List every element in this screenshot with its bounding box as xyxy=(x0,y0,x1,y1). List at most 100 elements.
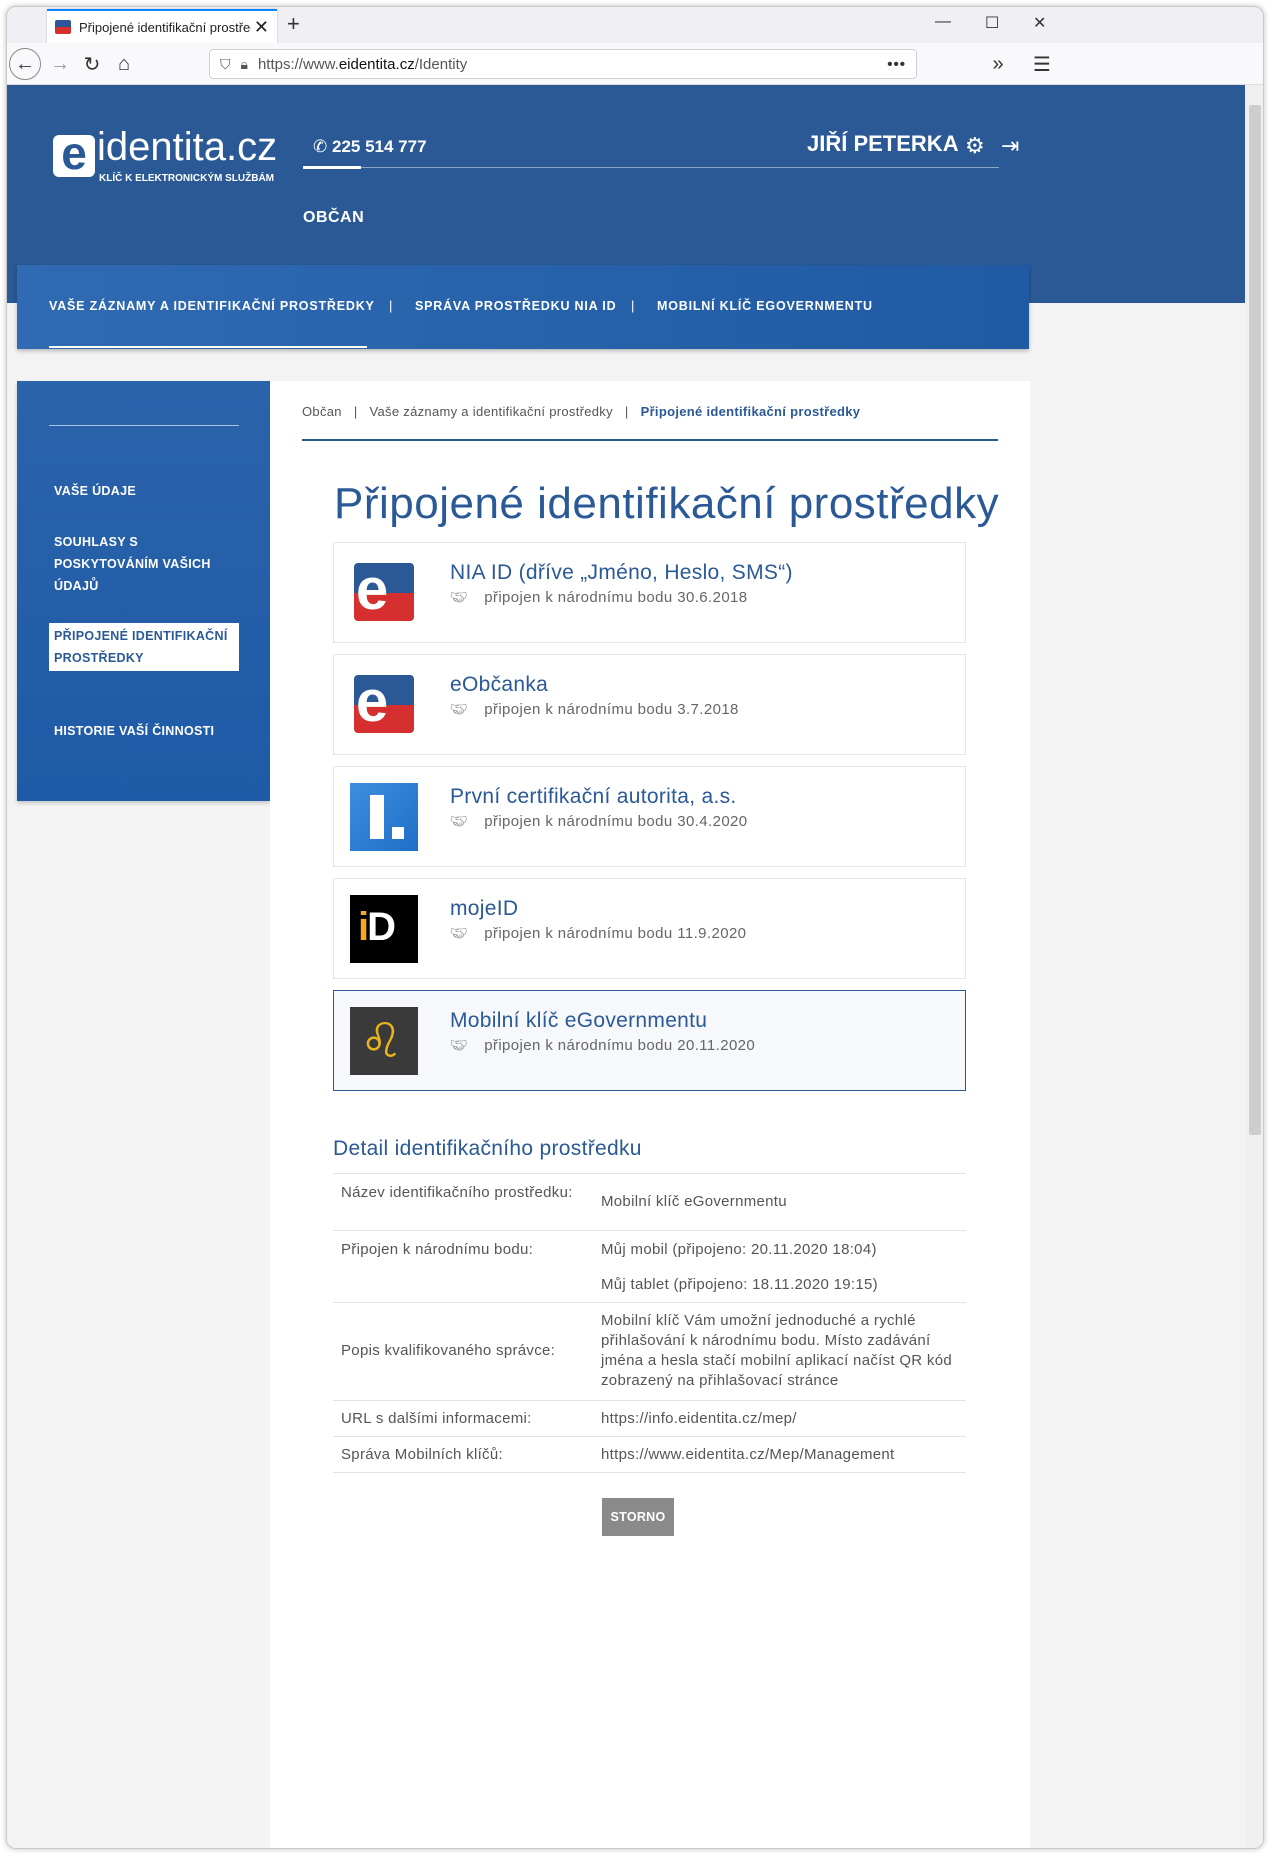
sidebar-item-consents[interactable]: SOUHLASY S POSKYTOVÁNÍM VAŠICH ÚDAJŮ xyxy=(54,531,224,597)
breadcrumb-current: Připojené identifikační prostředky xyxy=(640,404,861,419)
header-divider-active xyxy=(303,166,361,169)
sidebar-item-your-data[interactable]: VAŠE ÚDAJE xyxy=(54,480,239,502)
main-nav-separator: | xyxy=(631,298,635,313)
provider-name: NIA ID (dříve „Jméno, Heslo, SMS“) xyxy=(450,561,793,584)
detail-value: Mobilní klíč eGovernmentu xyxy=(601,1193,787,1210)
detail-value: Můj tablet (připojeno: 18.11.2020 19:15) xyxy=(601,1276,878,1293)
detail-link[interactable]: https://www.eidentita.cz/Mep/Management xyxy=(601,1445,956,1465)
content-card: Občan | Vaše záznamy a identifikační prost… xyxy=(270,381,1030,1848)
provider-connected-text: připojen k národnímu bodu 20.11.2020 xyxy=(484,1037,756,1054)
sidebar-item-history[interactable]: HISTORIE VAŠÍ ČINNOSTI xyxy=(54,720,239,742)
browser-window: Připojené identifikační prostředky ✕ + —… xyxy=(6,6,1264,1849)
favicon-icon xyxy=(55,20,71,34)
provider-card-mojeid[interactable]: iD mojeID 🤝︎ připojen k národnímu bodu 11… xyxy=(333,878,966,979)
url-host: eidentita.cz xyxy=(338,55,415,73)
new-tab-icon[interactable]: + xyxy=(287,11,300,37)
ica-logo-icon xyxy=(350,783,418,851)
breadcrumb-separator: | xyxy=(624,404,629,419)
provider-name: eObčanka xyxy=(450,673,549,696)
handshake-icon: 🤝︎ xyxy=(450,589,469,605)
handshake-icon: 🤝︎ xyxy=(450,925,469,941)
tab-title: Připojené identifikační prostředky xyxy=(79,19,251,35)
main-nav-active-indicator xyxy=(49,346,367,348)
provider-card-nia-id[interactable]: e NIA ID (dříve „Jméno, Heslo, SMS“) 🤝︎ p… xyxy=(333,542,966,643)
mojeid-logo-icon: iD xyxy=(350,895,418,963)
home-icon[interactable]: ⌂ xyxy=(109,49,139,79)
provider-card-ica[interactable]: První certifikační autorita, a.s. 🤝︎ přip… xyxy=(333,766,966,867)
breadcrumb: Občan | Vaše záznamy a identifikační prost… xyxy=(302,404,860,419)
reload-icon[interactable]: ↻ xyxy=(77,49,107,79)
breadcrumb-item[interactable]: Vaše záznamy a identifikační prostředky xyxy=(370,404,613,419)
storno-button[interactable]: STORNO xyxy=(602,1498,674,1536)
e-logo-icon: e xyxy=(53,130,95,177)
main-nav-separator: | xyxy=(389,298,393,313)
detail-label: Název identifikačního prostředku: xyxy=(341,1184,573,1201)
minimize-icon[interactable]: — xyxy=(935,13,951,31)
sidebar: VAŠE ÚDAJE SOUHLASY S POSKYTOVÁNÍM VAŠIC… xyxy=(17,381,270,801)
phone-icon: ✆ xyxy=(313,137,328,156)
breadcrumb-separator: | xyxy=(353,404,358,419)
provider-card-eobcanka[interactable]: e eObčanka 🤝︎ připojen k národnímu bodu 3… xyxy=(333,654,966,755)
logo-tagline: KLÍČ K ELEKTRONICKÝM SLUŽBÁM xyxy=(99,173,274,184)
main-nav-mobile-key[interactable]: MOBILNÍ KLÍČ EGOVERNMENTU xyxy=(657,299,873,313)
breadcrumb-divider xyxy=(302,439,998,441)
provider-connected-text: připojen k národnímu bodu 3.7.2018 xyxy=(484,701,739,718)
address-bar[interactable]: ⛉ 🔒︎ https://www. eidentita.cz/Identity •… xyxy=(209,49,917,79)
sidebar-divider xyxy=(49,425,239,426)
section-title: OBČAN xyxy=(303,209,365,226)
provider-connected: 🤝︎ připojen k národnímu bodu 20.11.2020 xyxy=(450,1037,755,1054)
handshake-icon: 🤝︎ xyxy=(450,813,469,829)
lock-icon[interactable]: 🔒︎ xyxy=(241,56,248,73)
provider-connected: 🤝︎ připojen k národnímu bodu 30.6.2018 xyxy=(450,589,748,606)
provider-connected-text: připojen k národnímu bodu 30.4.2020 xyxy=(484,813,748,830)
eidentita-logo-icon: e xyxy=(350,671,418,739)
header-divider xyxy=(303,167,999,168)
detail-link[interactable]: https://info.eidentita.cz/mep/ xyxy=(601,1409,956,1429)
main-nav-records[interactable]: VAŠE ZÁZNAMY A IDENTIFIKAČNÍ PROSTŘEDKY xyxy=(49,299,375,313)
detail-value: Mobilní klíč Vám umožní jednoduché a ryc… xyxy=(601,1312,952,1389)
provider-name: mojeID xyxy=(450,897,519,920)
phone-number: 225 514 777 xyxy=(331,137,427,156)
forward-icon[interactable]: → xyxy=(45,49,75,79)
logout-icon[interactable]: ⇥ xyxy=(1001,133,1019,159)
detail-table: Název identifikačního prostředku: Mobiln… xyxy=(333,1173,966,1473)
detail-label: URL s dalšími informacemi: xyxy=(341,1410,532,1427)
user-name[interactable]: JIŘÍ PETERKA xyxy=(807,131,959,157)
main-nav-nia-id[interactable]: SPRÁVA PROSTŘEDKU NIA ID xyxy=(415,299,616,313)
provider-name: Mobilní klíč eGovernmentu xyxy=(450,1009,708,1032)
detail-row: Správa Mobilních klíčů: https://www.eide… xyxy=(333,1436,966,1473)
browser-tab[interactable]: Připojené identifikační prostředky ✕ xyxy=(47,9,277,43)
provider-connected: 🤝︎ připojen k národnímu bodu 30.4.2020 xyxy=(450,813,748,830)
browser-toolbar: ← → ↻ ⌂ ⛉ 🔒︎ https://www. eidentita.cz/Id… xyxy=(7,43,1263,85)
scrollbar-thumb[interactable] xyxy=(1249,105,1261,1135)
tab-strip: Připojené identifikační prostředky ✕ + —… xyxy=(7,7,1263,43)
url-scheme: https://www. xyxy=(257,55,339,73)
logo-name: identita.cz xyxy=(97,125,278,169)
breadcrumb-item[interactable]: Občan xyxy=(302,404,342,419)
provider-connected-text: připojen k národnímu bodu 11.9.2020 xyxy=(484,925,747,942)
page-actions-icon[interactable]: ••• xyxy=(887,56,906,73)
gear-icon[interactable]: ⚙ xyxy=(965,133,985,159)
url-path: /Identity xyxy=(414,55,468,73)
back-icon[interactable]: ← xyxy=(9,48,41,80)
detail-row: Připojen k národnímu bodu: Můj mobil (př… xyxy=(333,1230,966,1302)
handshake-icon: 🤝︎ xyxy=(450,701,469,717)
phone-link[interactable]: ✆ 225 514 777 xyxy=(313,137,427,157)
maximize-icon[interactable]: ☐ xyxy=(985,13,999,33)
main-nav: VAŠE ZÁZNAMY A IDENTIFIKAČNÍ PROSTŘEDKY … xyxy=(17,265,1029,349)
close-window-icon[interactable]: ✕ xyxy=(1033,13,1046,33)
detail-value: Můj mobil (připojeno: 20.11.2020 18:04) xyxy=(601,1241,877,1258)
close-tab-icon[interactable]: ✕ xyxy=(254,17,269,38)
page-scrollbar[interactable] xyxy=(1245,85,1263,1848)
detail-label: Připojen k národnímu bodu: xyxy=(341,1241,534,1258)
handshake-icon: 🤝︎ xyxy=(450,1037,469,1053)
detail-row: Název identifikačního prostředku: Mobiln… xyxy=(333,1173,966,1230)
overflow-icon[interactable]: » xyxy=(983,49,1013,79)
provider-card-mobile-key[interactable]: ♌︎ Mobilní klíč eGovernmentu 🤝︎ připojen … xyxy=(333,990,966,1091)
shield-icon[interactable]: ⛉ xyxy=(220,56,231,73)
menu-icon[interactable]: ☰ xyxy=(1027,49,1057,79)
provider-connected: 🤝︎ připojen k národnímu bodu 3.7.2018 xyxy=(450,701,739,718)
czech-lion-logo-icon: ♌︎ xyxy=(350,1007,418,1075)
web-page: e identita.cz KLÍČ K ELEKTRONICKÝM SLUŽB… xyxy=(7,85,1245,1848)
sidebar-item-connected-ids[interactable]: PŘIPOJENÉ IDENTIFIKAČNÍ PROSTŘEDKY xyxy=(49,623,239,671)
